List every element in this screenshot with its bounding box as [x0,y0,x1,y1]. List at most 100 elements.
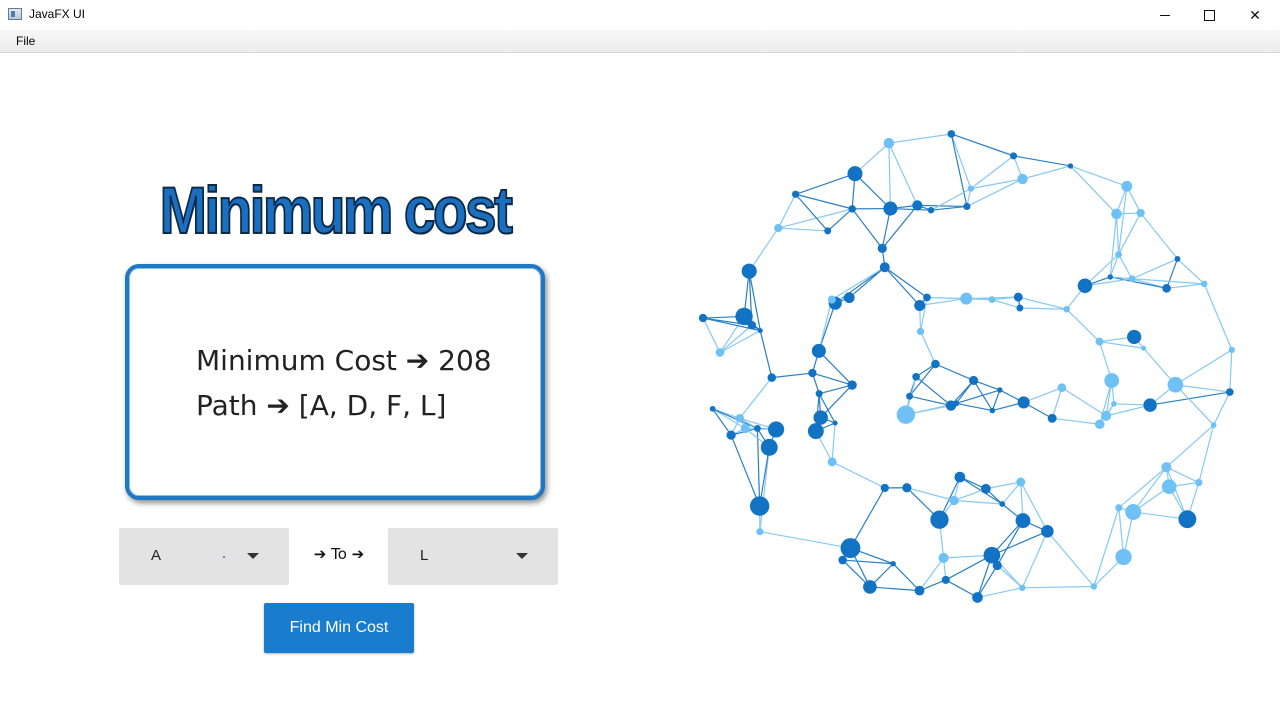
network-edge [953,488,987,502]
network-edge [1052,417,1100,425]
network-edge [795,193,829,232]
network-node [1111,208,1122,220]
network-node [923,293,931,302]
network-node [1015,513,1031,529]
network-edge [991,530,1048,556]
maximize-icon[interactable] [1186,0,1232,30]
network-node [756,528,764,536]
network-node [726,430,736,440]
network-edge [702,317,721,353]
network-edge [719,330,761,354]
network-node [811,343,826,358]
network-node [753,424,761,432]
network-edge [888,143,892,209]
network-edge [1166,283,1205,289]
menu-bar: File [0,30,1280,53]
network-node [912,200,923,211]
from-node-select[interactable]: A [119,528,289,585]
network-node [912,372,920,381]
network-edge [1150,391,1230,406]
network-node [902,483,912,493]
network-edge [1070,165,1128,187]
network-edge [849,487,886,549]
network-edge [795,193,853,210]
network-node [914,585,925,596]
network-node [827,295,836,304]
page-title: Minimum cost [159,172,514,248]
network-edge [1166,424,1215,468]
network-node [1228,346,1235,354]
close-icon[interactable]: ✕ [1232,0,1278,30]
network-node [815,390,823,398]
network-edge [759,531,851,549]
chevron-down-icon[interactable] [516,553,528,559]
network-edge [739,377,773,419]
network-edge [1022,165,1071,180]
network-edge [909,363,936,397]
network-edge [1021,531,1048,589]
network-node [774,223,783,233]
network-edge [730,434,761,507]
network-node [954,471,966,483]
network-node [827,457,837,467]
network-edge [920,331,936,365]
network-node [1161,479,1177,495]
network-edge [1175,349,1233,386]
network-node [927,206,935,214]
network-edge [966,178,1023,207]
find-min-cost-button[interactable]: Find Min Cost [264,603,414,653]
network-node [1143,398,1157,412]
network-edge [1198,424,1215,483]
minimize-icon[interactable] [1142,0,1188,30]
network-node [715,348,725,357]
path-text: Path ➔ [A, D, F, L] [196,389,447,422]
network-edge [1066,308,1100,343]
network-node [1017,396,1030,409]
network-edge [1174,384,1215,426]
network-node [1121,180,1133,192]
network-edge [748,227,779,272]
network-node [890,560,896,567]
network-edge [888,142,918,206]
network-edge [991,389,1001,411]
network-node [1210,422,1217,428]
network-node [960,292,973,305]
network-edge [1018,296,1067,310]
network-edge [970,155,1014,190]
network-node [1041,525,1054,538]
network-edge [1115,213,1120,255]
network-node [1127,329,1142,345]
network-node [914,300,926,311]
chevron-down-icon[interactable] [247,553,259,559]
network-edge [977,587,1023,598]
network-node [1162,283,1171,293]
network-edge [778,227,828,232]
network-node [832,420,838,426]
to-node-select[interactable]: L [388,528,558,585]
network-node [983,546,1001,564]
network-node [768,421,785,438]
network-edge [1013,155,1071,167]
network-node [906,392,913,400]
network-edge [795,173,856,195]
network-node [999,501,1006,507]
network-node [947,130,956,138]
network-node [989,407,996,414]
network-graph-illustration [698,130,1235,603]
network-node [760,438,778,456]
network-node [896,405,916,424]
network-edge [1177,258,1205,285]
network-node [1225,388,1234,396]
network-node [1174,255,1181,262]
network-node [840,538,861,558]
menu-file[interactable]: File [9,34,42,48]
network-node [1067,163,1074,169]
network-edge [869,586,920,592]
network-edge [1118,254,1133,280]
network-edge [851,208,883,249]
to-node-value: L [420,547,429,564]
network-edge [991,299,1021,309]
network-node [883,137,895,149]
network-edge [777,193,797,229]
network-node [838,555,847,565]
